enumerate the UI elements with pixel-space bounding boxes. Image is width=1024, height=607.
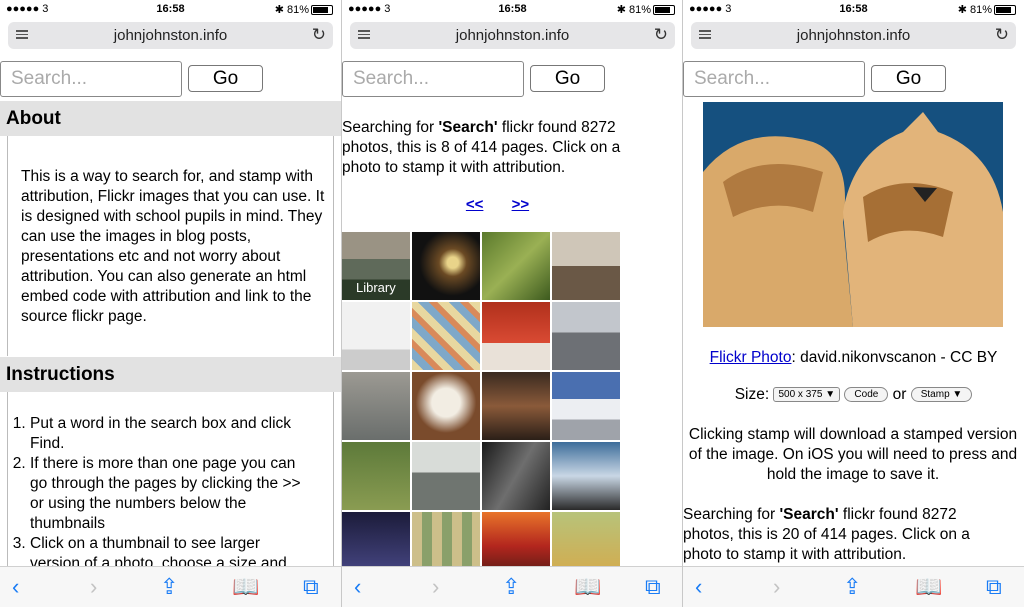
about-text: This is a way to search for, and stamp w…	[21, 168, 325, 325]
tabs-icon[interactable]: ⧉	[986, 574, 1002, 600]
instruction-item: Put a word in the search box and click F…	[30, 414, 310, 454]
thumbnail[interactable]	[552, 302, 620, 370]
battery-indicator: ✱ 81%	[958, 3, 1016, 16]
forward-icon[interactable]: ›	[432, 574, 439, 600]
flickr-photo-link[interactable]: Flickr Photo	[710, 349, 792, 366]
address-bar[interactable]: johnjohnston.info ↻	[350, 22, 675, 49]
thumbnail[interactable]	[482, 232, 550, 300]
results-summary: Searching for 'Search' flickr found 8272…	[683, 506, 970, 563]
tabs-icon[interactable]: ⧉	[303, 574, 319, 600]
go-button[interactable]: Go	[530, 65, 605, 92]
thumbnail[interactable]	[412, 232, 480, 300]
prev-page-link[interactable]: <<	[466, 196, 484, 213]
bookmarks-icon[interactable]: 📖	[232, 574, 259, 600]
size-controls: Size: 500 x 375 ▼ Code or Stamp ▼	[683, 386, 1024, 404]
back-icon[interactable]: ‹	[12, 574, 19, 600]
forward-icon[interactable]: ›	[90, 574, 97, 600]
thumbnail[interactable]	[342, 442, 410, 510]
reload-icon[interactable]: ↻	[312, 25, 326, 45]
thumbnail[interactable]: Library	[342, 232, 410, 300]
status-bar: ●●●●● 3 16:58 ✱ 81%	[683, 0, 1024, 18]
chimney-sculpture-image	[703, 102, 1003, 327]
pagination: << >>	[342, 196, 683, 213]
size-select[interactable]: 500 x 375 ▼	[773, 387, 841, 403]
back-icon[interactable]: ‹	[695, 574, 702, 600]
thumbnail[interactable]	[342, 302, 410, 370]
phone-screen-about: ●●●●● 3 16:58 ✱ 81% johnjohnston.info ↻ …	[0, 0, 341, 607]
thumbnail-grid: Library	[342, 232, 622, 580]
thumbnail[interactable]	[412, 442, 480, 510]
browser-toolbar: ‹ › ⇪ 📖 ⧉	[683, 566, 1024, 607]
bookmarks-icon[interactable]: 📖	[574, 574, 601, 600]
chevron-down-icon: ▼	[825, 389, 836, 401]
thumbnail[interactable]	[482, 372, 550, 440]
selected-photo[interactable]	[703, 102, 1003, 327]
stamp-button[interactable]: Stamp ▼	[910, 387, 973, 403]
photo-attribution: Flickr Photo: david.nikonvscanon - CC BY	[709, 349, 998, 366]
share-icon[interactable]: ⇪	[843, 574, 861, 600]
instruction-item: If there is more than one page you can g…	[30, 454, 310, 534]
or-text: or	[892, 386, 907, 403]
about-heading: About	[0, 101, 341, 136]
battery-indicator: ✱ 81%	[617, 3, 675, 16]
next-page-link[interactable]: >>	[512, 196, 530, 213]
browser-toolbar: ‹ › ⇪ 📖 ⧉	[0, 566, 341, 607]
thumbnail[interactable]	[552, 442, 620, 510]
instructions-heading: Instructions	[0, 357, 341, 392]
address-bar[interactable]: johnjohnston.info ↻	[8, 22, 333, 49]
thumbnail[interactable]	[482, 302, 550, 370]
status-bar: ●●●●● 3 16:58 ✱ 81%	[342, 0, 683, 18]
reload-icon[interactable]: ↻	[654, 25, 668, 45]
forward-icon[interactable]: ›	[773, 574, 780, 600]
bookmarks-icon[interactable]: 📖	[915, 574, 942, 600]
size-label: Size:	[734, 386, 770, 403]
go-button[interactable]: Go	[188, 65, 263, 92]
search-input[interactable]: Search...	[342, 61, 524, 97]
back-icon[interactable]: ‹	[354, 574, 361, 600]
status-bar: ●●●●● 3 16:58 ✱ 81%	[0, 0, 341, 18]
domain-label: johnjohnston.info	[113, 27, 228, 44]
browser-toolbar: ‹ › ⇪ 📖 ⧉	[342, 566, 683, 607]
thumbnail[interactable]	[552, 372, 620, 440]
battery-indicator: ✱ 81%	[275, 3, 333, 16]
reload-icon[interactable]: ↻	[995, 25, 1009, 45]
thumbnail[interactable]	[412, 302, 480, 370]
thumbnail[interactable]	[482, 442, 550, 510]
search-input[interactable]: Search...	[683, 61, 865, 97]
phone-screen-results: ●●●●● 3 16:58 ✱ 81% johnjohnston.info ↻ …	[342, 0, 683, 607]
search-input[interactable]: Search...	[0, 61, 182, 97]
thumbnail[interactable]	[342, 372, 410, 440]
thumbnail[interactable]	[412, 372, 480, 440]
thumbnail[interactable]	[552, 232, 620, 300]
instructions-list: Put a word in the search box and click F…	[0, 414, 310, 574]
share-icon[interactable]: ⇪	[502, 574, 520, 600]
domain-label: johnjohnston.info	[455, 27, 570, 44]
results-summary: Searching for 'Search' flickr found 8272…	[342, 119, 621, 176]
share-icon[interactable]: ⇪	[160, 574, 178, 600]
go-button[interactable]: Go	[871, 65, 946, 92]
code-button[interactable]: Code	[844, 387, 889, 403]
address-bar[interactable]: johnjohnston.info ↻	[691, 22, 1016, 49]
phone-screen-photo: ●●●●● 3 16:58 ✱ 81% johnjohnston.info ↻ …	[683, 0, 1024, 607]
stamp-instructions: Clicking stamp will download a stamped v…	[688, 426, 1018, 483]
domain-label: johnjohnston.info	[796, 27, 911, 44]
tabs-icon[interactable]: ⧉	[645, 574, 661, 600]
